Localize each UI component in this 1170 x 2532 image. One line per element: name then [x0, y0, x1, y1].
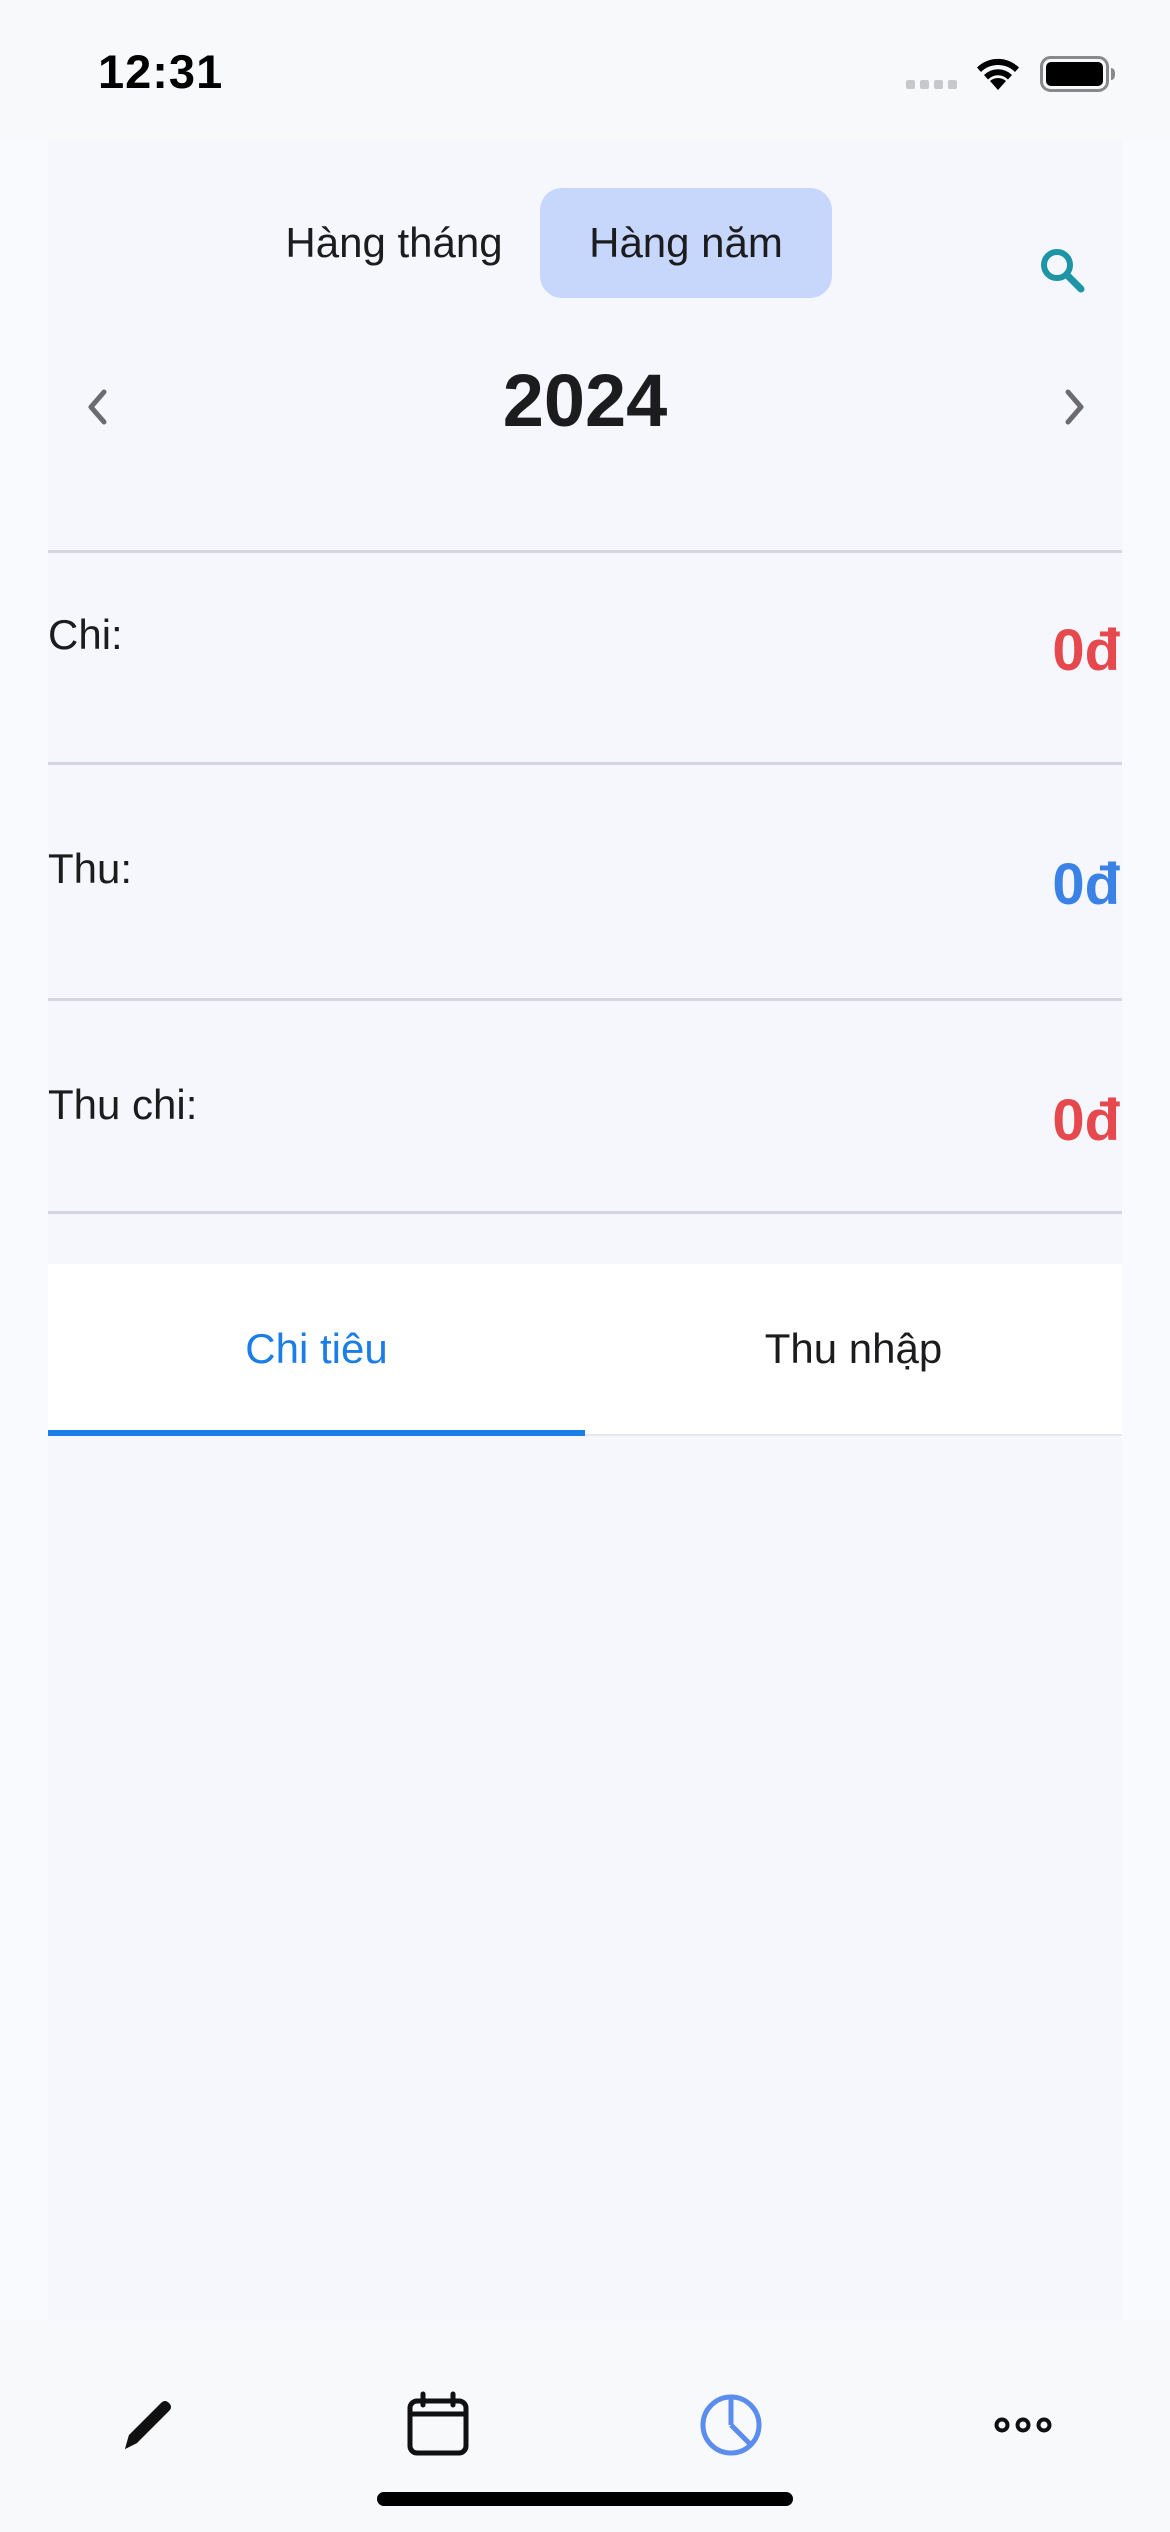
tab-income[interactable]: Thu nhập — [585, 1264, 1122, 1434]
segment-yearly[interactable]: Hàng năm — [540, 188, 832, 298]
balance-label: Thu chi: — [48, 1081, 198, 1128]
status-time: 12:31 — [98, 45, 224, 98]
summary-income-row: Thu: 0đ — [48, 762, 1122, 1001]
more-icon[interactable] — [968, 2370, 1078, 2480]
category-tabs: Chi tiêu Thu nhập — [48, 1264, 1122, 1436]
expense-label: Chi: — [48, 611, 123, 658]
cellular-signal-icon — [906, 80, 957, 89]
tab-expense[interactable]: Chi tiêu — [48, 1264, 585, 1434]
period-selector: Hàng tháng Hàng năm — [48, 140, 1122, 310]
chevron-right-icon[interactable] — [1038, 372, 1108, 442]
balance-value: 0đ — [1052, 1088, 1120, 1153]
year-navigation: 2024 — [48, 340, 1122, 470]
active-tab-indicator — [48, 1430, 585, 1436]
main-panel: Hàng tháng Hàng năm 2024 Chi: 0đ Thu: 0đ — [48, 140, 1122, 2320]
status-bar: 12:31 — [0, 0, 1170, 140]
income-value: 0đ — [1052, 852, 1120, 917]
battery-icon — [1040, 56, 1116, 97]
search-icon[interactable] — [1028, 236, 1098, 306]
segment-monthly[interactable]: Hàng tháng — [234, 188, 554, 298]
year-label: 2024 — [502, 359, 668, 442]
summary-expense-row: Chi: 0đ — [48, 550, 1122, 765]
income-label: Thu: — [48, 845, 133, 892]
calendar-icon[interactable] — [383, 2370, 493, 2480]
home-indicator[interactable] — [377, 2492, 793, 2506]
wifi-icon — [972, 52, 1024, 97]
expense-value: 0đ — [1052, 618, 1120, 683]
pencil-icon[interactable] — [91, 2370, 201, 2480]
pie-chart-icon[interactable] — [676, 2370, 786, 2480]
summary-balance-row: Thu chi: 0đ — [48, 998, 1122, 1214]
